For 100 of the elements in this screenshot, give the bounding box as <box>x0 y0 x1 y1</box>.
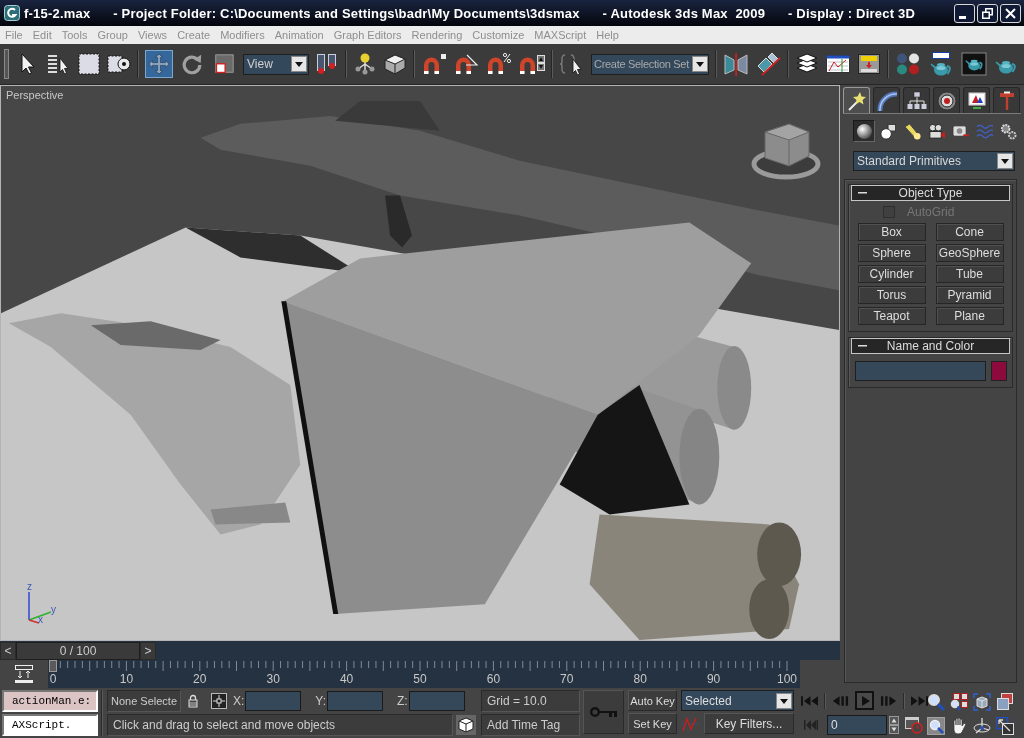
mirror-triangles-icon[interactable] <box>723 52 749 76</box>
color-swatch[interactable] <box>991 361 1007 381</box>
coordinate-field[interactable] <box>245 691 302 711</box>
frame-number: 60 <box>486 673 501 686</box>
bars-arrows-icon[interactable] <box>13 663 35 685</box>
frame-number: 40 <box>339 673 354 686</box>
set-keys-button[interactable] <box>583 690 624 734</box>
magnet-spinner-icon[interactable] <box>517 52 545 76</box>
time-marker[interactable] <box>49 660 57 672</box>
graph-window-icon[interactable] <box>825 52 851 76</box>
primitive-button[interactable]: Torus <box>857 286 926 304</box>
primitive-button[interactable]: Cylinder <box>857 265 926 283</box>
magnet-percent-icon[interactable] <box>485 52 511 76</box>
hand-icon[interactable] <box>950 717 968 735</box>
align-blocks-icon[interactable] <box>755 52 781 76</box>
camera-icon <box>927 122 945 140</box>
track-bar[interactable]: 0 10 20 30 40 50 60 70 80 90 100 <box>48 660 800 688</box>
command-panel-tab[interactable] <box>843 87 870 113</box>
time-slider-thumb[interactable]: 0 / 100 <box>16 641 140 660</box>
flashlight-icon <box>903 122 921 140</box>
selection-status: None Selecte <box>107 690 181 712</box>
app-logo-icon <box>4 5 20 21</box>
category-dropdown[interactable]: Standard Primitives <box>853 151 1015 171</box>
bracketed-cube-icon[interactable] <box>973 693 991 711</box>
object-name-field[interactable] <box>855 361 986 381</box>
coordinate-field[interactable] <box>408 691 465 711</box>
magnet-icon[interactable] <box>421 52 447 76</box>
primitive-button[interactable]: Box <box>857 223 926 241</box>
schematic-boxes-icon[interactable] <box>857 52 881 76</box>
cube-icon[interactable] <box>456 715 476 735</box>
restore-icon <box>982 7 993 19</box>
window-clock-icon[interactable] <box>905 715 923 734</box>
spinner-icon[interactable] <box>889 715 899 734</box>
key-filters-button[interactable]: Key Filters... <box>704 713 794 734</box>
primitive-button[interactable]: Tube <box>935 265 1004 283</box>
dashed-rectangle-icon[interactable] <box>77 52 101 76</box>
coordinate-system-dropdown[interactable]: View <box>243 53 309 75</box>
waves-icon <box>975 122 993 140</box>
dropdown-arrow-icon[interactable] <box>692 53 709 75</box>
viewport-label[interactable]: Perspective <box>6 89 64 101</box>
axis-label: y <box>51 605 56 615</box>
move-tool-button[interactable] <box>145 50 173 78</box>
category-button[interactable] <box>853 120 875 142</box>
list-cursor-icon[interactable] <box>47 52 71 76</box>
restore-button[interactable] <box>977 3 998 23</box>
monitor-icon <box>966 90 987 111</box>
stacked-cubes-icon[interactable] <box>996 693 1014 711</box>
close-icon <box>1005 7 1016 19</box>
auto-key-button[interactable]: Auto Key <box>628 690 677 711</box>
close-button[interactable] <box>1000 3 1021 23</box>
primitive-button[interactable]: Sphere <box>857 244 926 262</box>
spheres-icon[interactable] <box>895 52 921 76</box>
key-set-dropdown[interactable]: Selected <box>681 690 794 711</box>
lock-icon[interactable] <box>188 694 198 708</box>
grid-magnifier-icon[interactable] <box>950 693 968 711</box>
command-panel-tab[interactable] <box>963 87 990 113</box>
minimize-button[interactable] <box>954 3 975 23</box>
script-input-field[interactable]: AXScript. <box>2 714 98 736</box>
dashed-window-circle-icon[interactable] <box>107 52 131 76</box>
set-key-button[interactable]: Set Key <box>628 713 677 734</box>
zoom-icon[interactable] <box>927 693 945 711</box>
node-ball-icon[interactable] <box>353 52 377 76</box>
skip-to-start-icon[interactable] <box>801 695 818 706</box>
maximize-icon[interactable] <box>996 717 1014 735</box>
command-panel-tab[interactable] <box>873 87 900 113</box>
magnet-angle-icon[interactable] <box>453 52 479 76</box>
selection-set-field[interactable]: Create Selection Set <box>591 53 692 75</box>
rotate-arrow-icon <box>181 53 203 75</box>
primitive-button[interactable]: Teapot <box>857 307 926 325</box>
coordinate-field[interactable] <box>327 691 384 711</box>
current-frame-field[interactable]: 0 <box>827 714 887 735</box>
grid-spacing: Grid = 10.0 <box>481 690 580 712</box>
command-panel-tab[interactable] <box>933 87 960 113</box>
braces-cursor-icon[interactable] <box>559 52 585 76</box>
primitive-button[interactable]: GeoSphere <box>935 244 1004 262</box>
framed-teapot-icon[interactable] <box>961 52 987 76</box>
primitive-button[interactable]: Pyramid <box>935 286 1004 304</box>
checker-magnifier-icon[interactable] <box>927 717 945 735</box>
toolbar-grip[interactable] <box>4 49 9 79</box>
rollout-header[interactable]: Name and Color <box>851 338 1010 354</box>
rollout-header[interactable]: Object Type <box>851 185 1010 201</box>
frame-number: 30 <box>266 673 280 686</box>
primitive-button[interactable]: Cone <box>935 223 1004 241</box>
pivot-bars-icon[interactable] <box>315 52 339 76</box>
primitive-button[interactable]: Plane <box>935 307 1004 325</box>
keycap-icon[interactable] <box>383 52 407 76</box>
add-time-tag-button[interactable]: Add Time Tag <box>481 714 580 736</box>
command-panel-tab[interactable] <box>903 87 930 113</box>
next-frame-button[interactable]: > <box>140 641 156 660</box>
previous-frame-button[interactable]: < <box>0 641 16 660</box>
time-slider-track[interactable]: < 0 / 100 > <box>0 641 840 660</box>
play-icon <box>862 695 870 706</box>
macro-recorder-field[interactable]: actionMan.e: <box>2 690 98 712</box>
wand-icon <box>846 90 867 111</box>
crosshair-icon[interactable] <box>211 693 227 709</box>
window-title: f-15-2.max - Project Folder: C:\Documents and Settings\badr\My Documents\3dsmax - Autodesk 3ds Max 2009 - Display : Direct 3D <box>24 5 915 21</box>
frame-number: 50 <box>413 673 427 686</box>
hierarchy-icon <box>906 90 927 111</box>
orbit-axes-icon[interactable] <box>973 717 991 735</box>
scale-squares-icon <box>213 53 235 75</box>
